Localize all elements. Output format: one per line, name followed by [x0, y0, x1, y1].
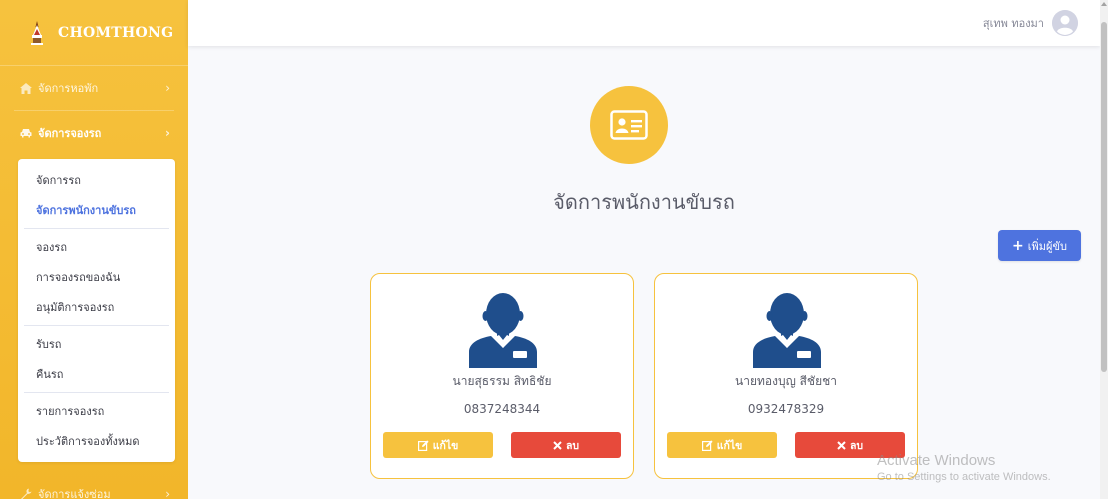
edit-driver-button[interactable]: แก้ไข: [667, 432, 777, 458]
home-icon: [20, 82, 32, 94]
add-driver-button[interactable]: + เพิ่มผู้ขับ: [998, 230, 1081, 261]
wrench-icon: [20, 488, 32, 499]
page-title: จัดการพนักงานขับรถ: [553, 190, 735, 214]
driver-phone: 0932478329: [747, 402, 825, 416]
submenu-item-booking-history[interactable]: ประวัติการจองทั้งหมด: [18, 426, 175, 456]
submenu-divider: [24, 392, 169, 393]
scroll-up-arrow-icon[interactable]: [1101, 2, 1107, 6]
vertical-scrollbar[interactable]: [1100, 0, 1108, 499]
submenu-item-manage-drivers[interactable]: จัดการพนักงานขับรถ: [18, 195, 175, 225]
sidebar-item-car-booking[interactable]: จัดการจองรถ ›: [0, 111, 188, 155]
edit-label: แก้ไข: [432, 439, 459, 452]
windows-activation-watermark: Activate Windows Go to Settings to activ…: [877, 452, 1051, 483]
watermark-subtitle: Go to Settings to activate Windows.: [877, 471, 1051, 483]
sidebar-item-repair[interactable]: จัดการแจ้งซ่อม ›: [0, 472, 188, 499]
watermark-title: Activate Windows: [877, 452, 996, 469]
main-content: จัดการพนักงานขับรถ + เพิ่มผู้ขับ นายสุธร…: [188, 46, 1100, 499]
add-driver-label: เพิ่มผู้ขับ: [1027, 239, 1067, 253]
driver-name: นายสุธรรม สิทธิชัย: [452, 374, 552, 388]
edit-driver-button[interactable]: แก้ไข: [383, 432, 493, 458]
brand-name: CHOMTHONG: [58, 24, 174, 41]
edit-label: แก้ไข: [716, 439, 743, 452]
car-booking-submenu: จัดการรถ จัดการพนักงานขับรถ จองรถ การจอง…: [18, 159, 175, 462]
driver-avatar-icon: [465, 288, 541, 368]
delete-label: ลบ: [849, 439, 864, 452]
driver-avatar-icon: [749, 288, 825, 368]
submenu-item-return-car[interactable]: คืนรถ: [18, 359, 175, 389]
page-icon: [590, 86, 668, 164]
plus-icon: +: [1012, 237, 1024, 254]
submenu-item-book-car[interactable]: จองรถ: [18, 232, 175, 262]
edit-icon: [701, 439, 713, 451]
topbar: สุเทพ ทองมา: [188, 0, 1100, 46]
sidebar-item-label: จัดการแจ้งซ่อม: [38, 488, 111, 499]
sidebar-item-label: จัดการจองรถ: [38, 127, 102, 140]
submenu-item-manage-cars[interactable]: จัดการรถ: [18, 165, 175, 195]
id-card-icon: [610, 110, 648, 140]
app-root: CHOMTHONG จัดการหอพัก › จัดการจองรถ › จั…: [0, 0, 1108, 499]
submenu-divider: [24, 325, 169, 326]
close-icon: [837, 440, 846, 450]
submenu-divider: [24, 228, 169, 229]
delete-driver-button[interactable]: ลบ: [511, 432, 621, 458]
edit-icon: [417, 439, 429, 451]
sidebar-item-label: จัดการหอพัก: [38, 82, 99, 95]
chevron-right-icon: ›: [165, 81, 170, 95]
driver-card: นายทองบุญ สีชัยชา 0932478329 แก้ไข ลบ: [654, 273, 918, 479]
submenu-item-pickup-car[interactable]: รับรถ: [18, 329, 175, 359]
submenu-item-booking-list[interactable]: รายการจองรถ: [18, 396, 175, 426]
driver-name: นายทองบุญ สีชัยชา: [735, 374, 837, 388]
chevron-right-icon: ›: [165, 126, 170, 140]
chevron-right-icon: ›: [165, 487, 170, 499]
sidebar-brand[interactable]: CHOMTHONG: [0, 0, 188, 66]
driver-card: นายสุธรรม สิทธิชัย 0837248344 แก้ไข ลบ: [370, 273, 634, 479]
sidebar: CHOMTHONG จัดการหอพัก › จัดการจองรถ › จั…: [0, 0, 188, 499]
close-icon: [553, 440, 562, 450]
user-circle-icon[interactable]: [1052, 10, 1078, 36]
submenu-item-my-bookings[interactable]: การจองรถของฉัน: [18, 262, 175, 292]
submenu-item-approve-bookings[interactable]: อนุมัติการจองรถ: [18, 292, 175, 322]
delete-label: ลบ: [565, 439, 580, 452]
scrollbar-thumb[interactable]: [1101, 22, 1107, 372]
user-name[interactable]: สุเทพ ทองมา: [983, 14, 1044, 32]
driver-phone: 0837248344: [463, 402, 541, 416]
car-icon: [20, 128, 32, 138]
sidebar-item-dormitory[interactable]: จัดการหอพัก ›: [0, 66, 188, 110]
temple-logo-icon: [30, 20, 44, 45]
